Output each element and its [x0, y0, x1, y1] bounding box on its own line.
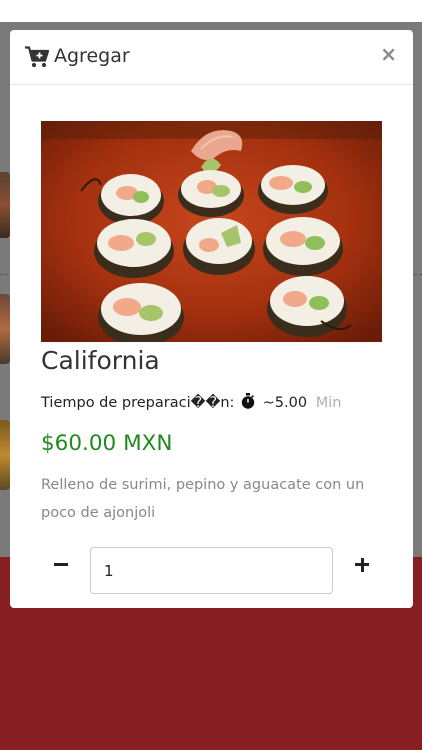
status-bar-area	[0, 0, 422, 22]
stopwatch-icon	[241, 393, 255, 409]
product-image	[41, 121, 382, 342]
product-description: Relleno de surimi, pepino y aguacate con…	[41, 477, 365, 521]
prep-time-unit: Min	[315, 395, 342, 411]
prep-time-line: Tiempo de preparaci��n: ~5.00 Min	[41, 393, 341, 411]
modal-header: Agregar ×	[10, 30, 413, 85]
add-to-cart-modal: Agregar × California Tiempo de preparaci…	[10, 30, 413, 608]
modal-title: Agregar	[54, 45, 130, 67]
minus-icon[interactable]	[50, 550, 72, 580]
sushi-roll	[183, 218, 255, 275]
background-menu-thumbnail	[0, 294, 10, 364]
plus-icon[interactable]	[351, 550, 373, 580]
sushi-roll	[178, 170, 244, 217]
sushi-roll	[258, 165, 328, 214]
prep-time-value: ~5.00	[262, 395, 308, 411]
background-menu-thumbnail	[0, 420, 10, 490]
sushi-roll	[98, 174, 164, 225]
close-icon[interactable]: ×	[380, 42, 397, 66]
sushi-roll	[263, 217, 343, 276]
background-menu-thumbnail	[0, 172, 10, 238]
quantity-input[interactable]	[90, 547, 333, 594]
product-name: California	[41, 346, 160, 375]
cart-plus-icon	[25, 46, 49, 68]
sushi-roll	[94, 219, 174, 278]
prep-time-label: Tiempo de preparaci��n:	[41, 395, 235, 411]
product-price: $60.00 MXN	[41, 431, 173, 456]
